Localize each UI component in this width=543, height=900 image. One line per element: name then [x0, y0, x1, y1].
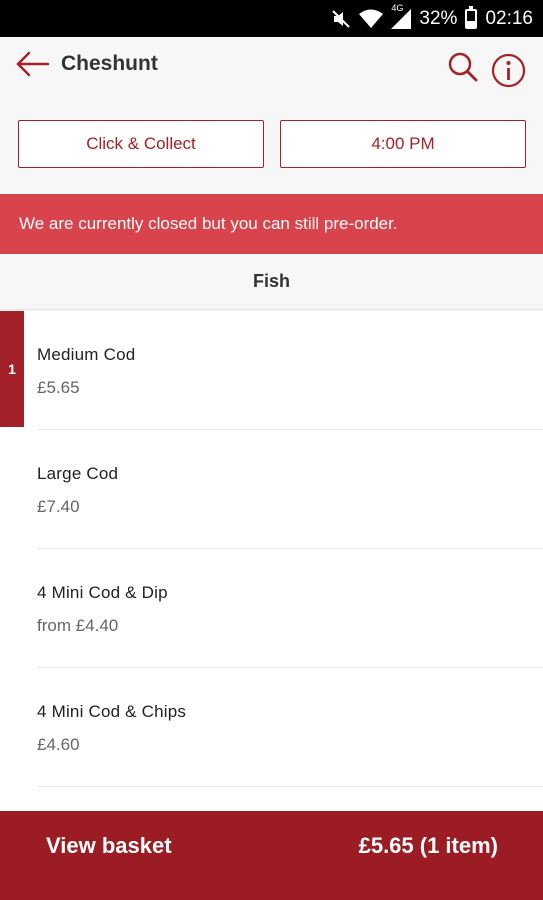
basket-label: View basket	[46, 833, 172, 858]
item-name: Large Cod	[37, 464, 119, 483]
item-price: £4.60	[37, 735, 80, 754]
item-name: 4 Mini Cod & Dip	[37, 583, 168, 602]
basket-total: £5.65 (1 item)	[358, 833, 498, 858]
info-icon	[491, 53, 526, 92]
battery-icon	[465, 5, 478, 29]
signal-icon: 4G	[391, 3, 412, 29]
item-price: £5.65	[37, 378, 80, 397]
battery-percentage: 32%	[419, 7, 458, 29]
item-price: £7.40	[37, 497, 80, 516]
time-selector[interactable]: 4:00 PM	[280, 120, 526, 168]
category-header: Fish	[0, 254, 543, 310]
view-basket-button[interactable]: View basket £5.65 (1 item)	[0, 811, 543, 900]
menu-item[interactable]: Large Cod £7.40	[0, 430, 543, 549]
item-price: from £4.40	[37, 616, 119, 635]
back-arrow-icon	[16, 51, 50, 82]
order-type-selector[interactable]: Click & Collect	[18, 120, 264, 168]
category-title: Fish	[252, 271, 290, 291]
status-bar: 4G 32% 02:16	[0, 0, 543, 37]
item-name: Medium Cod	[37, 345, 136, 364]
item-name: 4 Mini Cod & Chips	[37, 702, 187, 721]
mute-icon	[331, 9, 351, 29]
back-button[interactable]	[16, 51, 50, 81]
divider	[37, 785, 543, 787]
menu-item[interactable]: 1 Medium Cod £5.65	[0, 311, 543, 430]
network-type: 4G	[391, 2, 404, 13]
search-button[interactable]	[447, 51, 479, 83]
menu-list: 1 Medium Cod £5.65 Large Cod £7.40 4 Min…	[0, 311, 543, 811]
banner-message: We are currently closed but you can stil…	[19, 214, 398, 233]
info-button[interactable]	[491, 53, 526, 88]
clock: 02:16	[485, 7, 533, 29]
menu-item[interactable]: 4 Mini Cod & Chips £4.60	[0, 668, 543, 787]
quantity-badge: 1	[0, 311, 24, 427]
closed-notice-banner: We are currently closed but you can stil…	[0, 194, 543, 254]
app-bar: Cheshunt	[0, 37, 543, 97]
menu-item[interactable]: 4 Mini Cod & Dip from £4.40	[0, 549, 543, 668]
wifi-icon	[359, 9, 384, 29]
page-title: Cheshunt	[61, 52, 158, 75]
search-icon	[447, 52, 479, 87]
